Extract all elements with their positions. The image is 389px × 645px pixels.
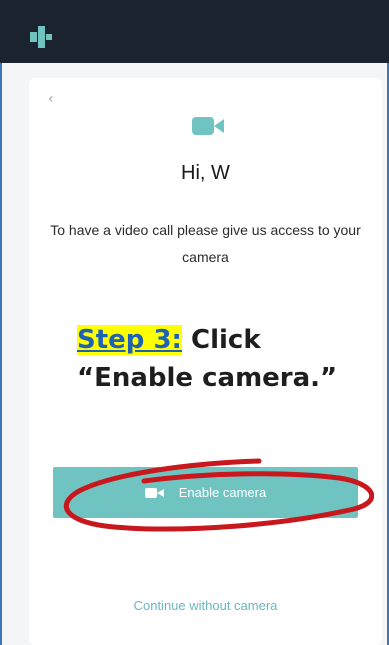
top-bar (0, 0, 389, 63)
camera-access-description: To have a video call please give us acce… (50, 222, 361, 265)
enable-camera-label: Enable camera (178, 485, 267, 500)
chevron-left-icon[interactable]: ‹ (48, 92, 54, 106)
step-label: Step 3: (77, 325, 182, 355)
brand-logo-icon (30, 26, 52, 48)
video-camera-icon (144, 487, 164, 498)
enable-camera-button[interactable]: Enable camera (53, 467, 358, 518)
camera-permission-card: ‹ Hi, W To have a video call please give… (29, 78, 382, 645)
video-camera-icon (192, 117, 224, 135)
greeting-title: Hi, W (181, 162, 230, 184)
step-instruction: Step 3: Click “Enable camera.” (77, 321, 377, 397)
continue-without-camera-link[interactable]: Continue without camera (29, 598, 382, 613)
